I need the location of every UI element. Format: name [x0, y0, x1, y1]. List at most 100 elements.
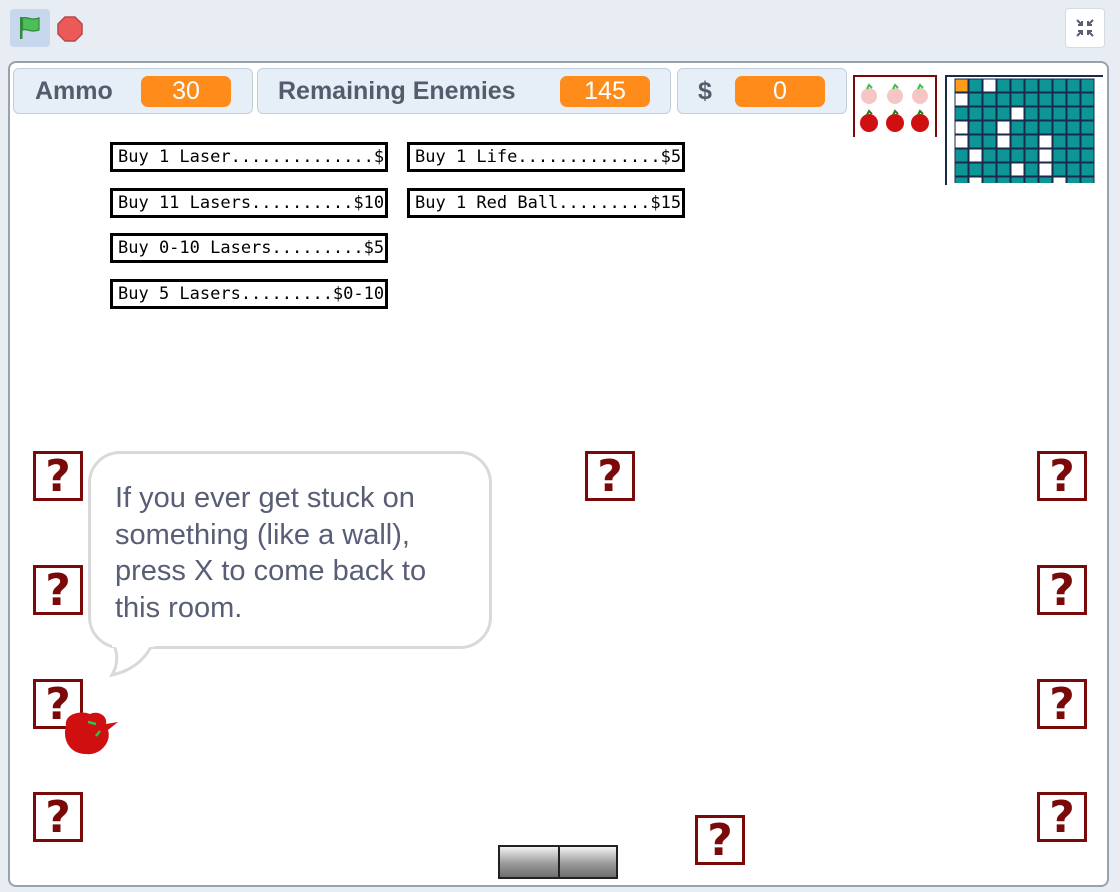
minimap-room — [954, 120, 969, 135]
buy-1-red-ball-button[interactable]: Buy 1 Red Ball.........$15 — [407, 188, 685, 218]
minimap-room — [1024, 134, 1039, 149]
mystery-box[interactable]: ? — [33, 792, 83, 842]
stop-sign-icon — [57, 16, 83, 42]
speech-line: something (like a wall), — [115, 518, 410, 551]
minimap-room — [996, 120, 1011, 135]
speech-line: this room. — [115, 591, 243, 624]
minimap-room — [982, 106, 997, 121]
minimap-room — [1010, 78, 1025, 93]
minimap-room — [996, 134, 1011, 149]
minimap-room — [968, 92, 983, 107]
buy-11-lasers-button[interactable]: Buy 11 Lasers..........$10 — [110, 188, 388, 218]
buy-0-10-lasers-button[interactable]: Buy 0-10 Lasers.........$5 — [110, 233, 388, 263]
mystery-box[interactable]: ? — [1037, 565, 1087, 615]
remaining-enemies-value: 145 — [560, 76, 650, 107]
minimap-room — [1010, 162, 1025, 177]
minimap-room — [1080, 78, 1095, 93]
minimap-room — [996, 162, 1011, 177]
minimap-room — [982, 134, 997, 149]
mystery-box[interactable]: ? — [585, 451, 635, 501]
minimap-room — [996, 78, 1011, 93]
exit-fullscreen-button[interactable] — [1065, 8, 1105, 48]
remaining-enemies-label: Remaining Enemies — [278, 76, 516, 105]
minimap-room — [1066, 106, 1081, 121]
minimap-room — [968, 106, 983, 121]
minimap-room — [1010, 176, 1025, 191]
minimap-room — [1024, 148, 1039, 163]
stop-button[interactable] — [57, 16, 83, 47]
minimap-room — [1066, 92, 1081, 107]
minimap-room — [1066, 162, 1081, 177]
mystery-box[interactable]: ? — [33, 565, 83, 615]
minimap-room — [1024, 162, 1039, 177]
minimap-room — [1010, 92, 1025, 107]
minimap-room — [968, 148, 983, 163]
minimap-room — [968, 176, 983, 191]
money-monitor: $ 0 — [677, 68, 847, 114]
minimap-room — [982, 78, 997, 93]
minimap-room — [954, 162, 969, 177]
minimap-room — [1066, 176, 1081, 191]
minimap-room — [1038, 162, 1053, 177]
minimap-room — [1038, 92, 1053, 107]
minimap-room — [1080, 134, 1095, 149]
life-full-icon — [911, 109, 929, 132]
life-empty-icon — [887, 83, 903, 104]
minimap-room — [1024, 106, 1039, 121]
ammo-label: Ammo — [35, 76, 113, 105]
remaining-enemies-monitor: Remaining Enemies 145 — [257, 68, 671, 114]
speech-line: press X to come back to — [115, 555, 427, 587]
minimap-room — [1052, 78, 1067, 93]
minimap-room — [1052, 134, 1067, 149]
life-full-icon — [886, 109, 904, 132]
minimap-room — [1080, 106, 1095, 121]
minimap-room — [1080, 148, 1095, 163]
minimap-room — [1010, 106, 1025, 121]
mystery-box[interactable]: ? — [33, 451, 83, 501]
minimap-room — [996, 148, 1011, 163]
minimap-room — [968, 78, 983, 93]
minimap-room — [1052, 148, 1067, 163]
minimap-room — [1080, 92, 1095, 107]
green-flag-button[interactable] — [10, 9, 50, 47]
minimap-room — [1080, 120, 1095, 135]
minimap-room — [1038, 120, 1053, 135]
minimap-room — [954, 106, 969, 121]
game-stage[interactable]: Ammo 30 Remaining Enemies 145 $ 0 Buy 1 … — [8, 61, 1109, 887]
minimap-grid — [954, 78, 1095, 191]
minimap-room — [1052, 162, 1067, 177]
minimap-room — [1038, 106, 1053, 121]
minimap-room — [996, 106, 1011, 121]
minimap-room — [954, 176, 969, 191]
minimap-room — [1066, 134, 1081, 149]
life-empty-icon — [912, 83, 928, 104]
minimap-room — [1010, 134, 1025, 149]
minimap-room — [1010, 120, 1025, 135]
minimap — [945, 75, 1103, 191]
money-label: $ — [698, 76, 712, 105]
buy-5-lasers-button[interactable]: Buy 5 Lasers.........$0-10 — [110, 279, 388, 309]
minimap-room — [968, 162, 983, 177]
minimap-room — [954, 92, 969, 107]
minimap-current-room — [954, 78, 969, 93]
minimap-room — [968, 134, 983, 149]
mystery-box[interactable]: ? — [1037, 792, 1087, 842]
minimap-room — [1052, 120, 1067, 135]
buy-1-laser-button[interactable]: Buy 1 Laser..............$1 — [110, 142, 388, 172]
player-apple-character[interactable] — [60, 708, 122, 758]
life-full-icon — [860, 109, 878, 132]
minimap-room — [1024, 120, 1039, 135]
minimap-room — [1052, 176, 1067, 191]
mystery-box[interactable]: ? — [1037, 451, 1087, 501]
minimap-room — [1080, 162, 1095, 177]
buy-1-life-button[interactable]: Buy 1 Life..............$50 — [407, 142, 685, 172]
speech-line: If you ever get stuck on — [115, 482, 415, 514]
minimap-room — [1080, 176, 1095, 191]
minimap-room — [982, 148, 997, 163]
mystery-box[interactable]: ? — [1037, 679, 1087, 729]
mystery-box[interactable]: ? — [695, 815, 745, 865]
minimap-room — [1024, 78, 1039, 93]
ammo-value: 30 — [141, 76, 231, 107]
minimap-room — [982, 120, 997, 135]
exit-door[interactable] — [498, 845, 618, 879]
